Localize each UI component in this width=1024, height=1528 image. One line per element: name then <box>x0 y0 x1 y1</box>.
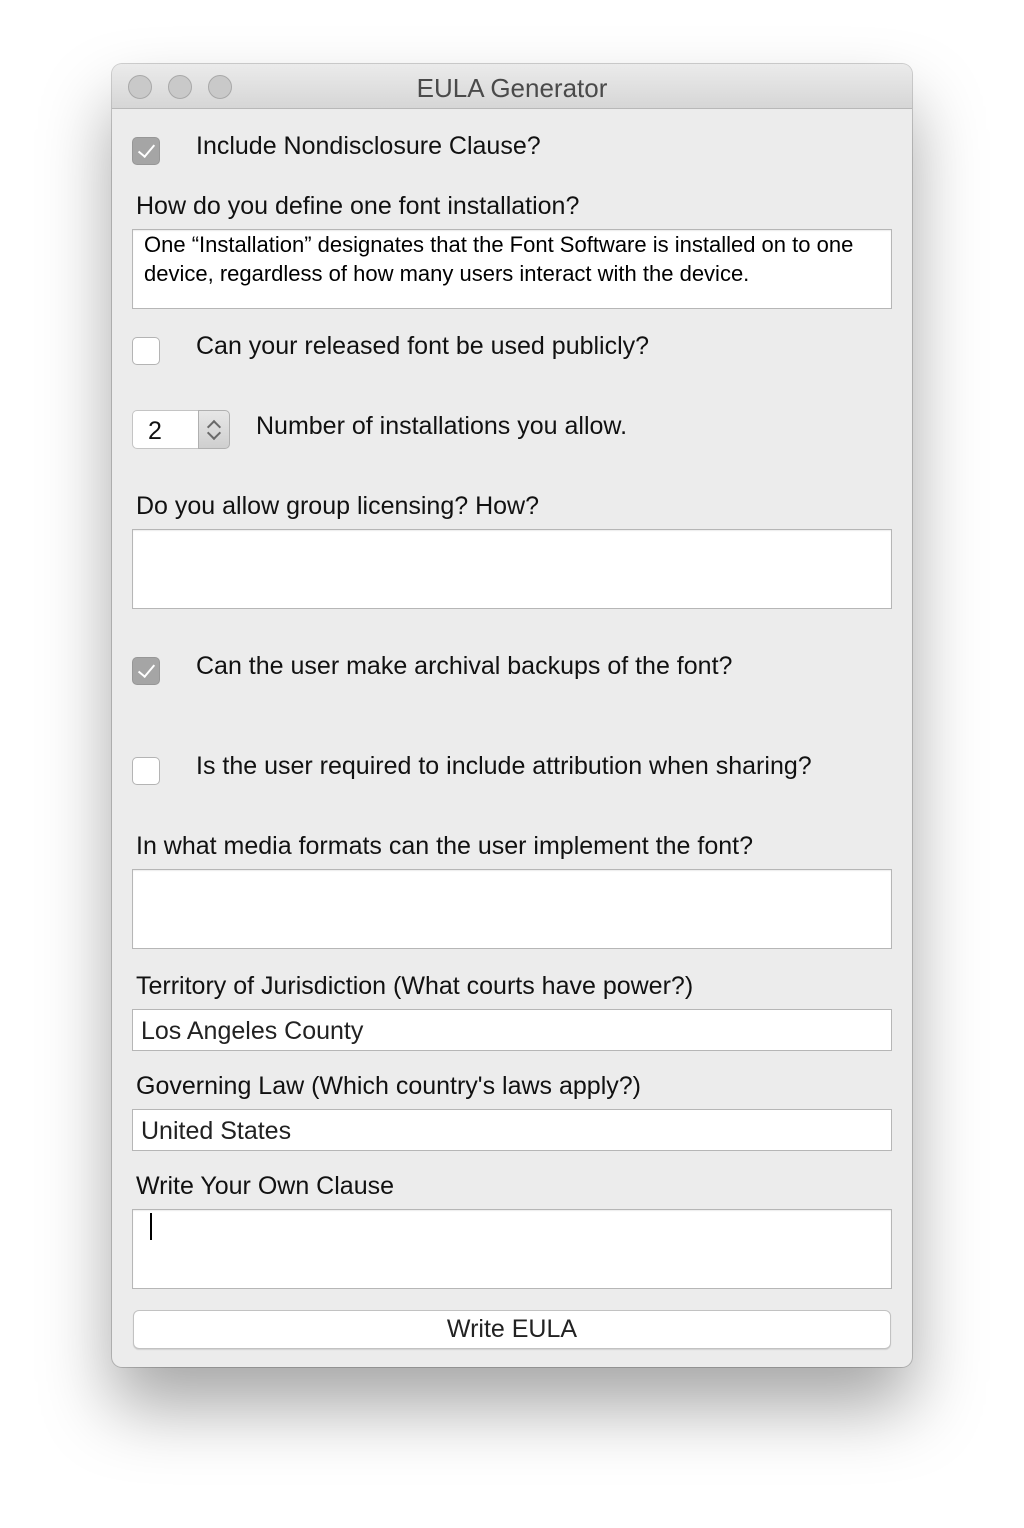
own-clause-textarea[interactable] <box>132 1209 892 1289</box>
media-formats-label: In what media formats can the user imple… <box>136 832 753 860</box>
eula-generator-window: EULA Generator Include Nondisclosure Cla… <box>112 64 912 1367</box>
attribution-checkbox[interactable] <box>132 757 160 785</box>
checkmark-icon <box>137 659 156 679</box>
window-title: EULA Generator <box>416 73 608 103</box>
nondisclosure-label: Include Nondisclosure Clause? <box>196 132 541 160</box>
installation-definition-label: How do you define one font installation? <box>136 192 580 220</box>
media-formats-textarea[interactable] <box>132 869 892 949</box>
group-licensing-textarea[interactable] <box>132 529 892 609</box>
group-licensing-label: Do you allow group licensing? How? <box>136 492 540 520</box>
attribution-label: Is the user required to include attribut… <box>196 752 812 780</box>
title-bar: EULA Generator <box>112 64 912 109</box>
jurisdiction-value: Los Angeles County <box>141 1017 364 1045</box>
archival-backups-label: Can the user make archival backups of th… <box>196 652 733 680</box>
installation-definition-textarea[interactable]: One “Installation” designates that the F… <box>132 229 892 309</box>
checkmark-icon <box>137 139 156 159</box>
installations-field[interactable]: 2 <box>132 410 198 449</box>
text-cursor <box>150 1213 152 1240</box>
jurisdiction-field[interactable]: Los Angeles County <box>132 1009 892 1051</box>
governing-law-field[interactable]: United States <box>132 1109 892 1151</box>
governing-law-value: United States <box>141 1117 292 1145</box>
governing-law-label: Governing Law (Which country's laws appl… <box>136 1072 641 1100</box>
installations-label: Number of installations you allow. <box>256 412 628 440</box>
installation-definition-text: One “Installation” designates that the F… <box>144 232 854 286</box>
installations-stepper[interactable] <box>198 410 230 449</box>
archival-backups-checkbox[interactable] <box>132 657 160 685</box>
public-use-checkbox[interactable] <box>132 337 160 365</box>
installations-value: 2 <box>148 417 162 445</box>
jurisdiction-label: Territory of Jurisdiction (What courts h… <box>136 972 694 1000</box>
nondisclosure-checkbox[interactable] <box>132 137 160 165</box>
own-clause-label: Write Your Own Clause <box>136 1172 394 1200</box>
public-use-label: Can your released font be used publicly? <box>196 332 650 360</box>
write-eula-button[interactable]: Write EULA <box>133 1310 891 1349</box>
